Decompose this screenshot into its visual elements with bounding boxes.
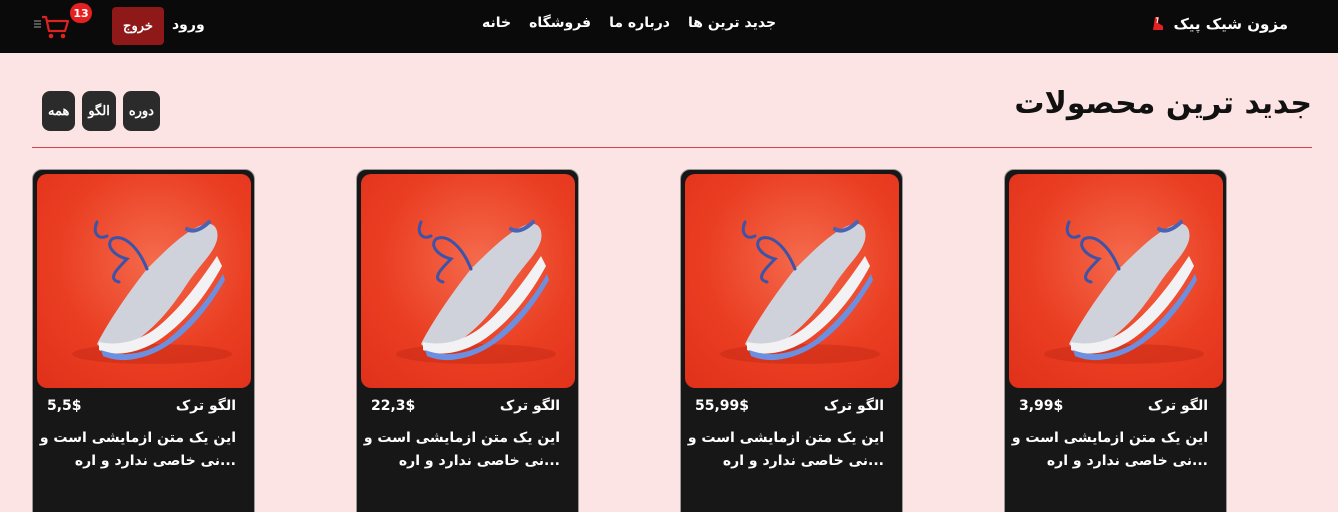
- cart-count-badge: 13: [70, 3, 92, 23]
- product-card[interactable]: الگو ترک 22,3$ این یک متن ازمایشی است و …: [356, 169, 579, 512]
- sneaker-image: [1009, 174, 1223, 388]
- filter-all-button[interactable]: همه: [42, 91, 76, 131]
- product-card[interactable]: الگو ترک 5,5$ این یک متن ازمایشی است و .…: [32, 169, 255, 512]
- cart-icon[interactable]: [32, 12, 72, 42]
- login-link[interactable]: ورود: [172, 17, 205, 33]
- product-name: الگو ترک: [499, 398, 560, 414]
- filter-course-button[interactable]: دوره: [122, 91, 160, 131]
- brand-logo-icon: [1151, 15, 1165, 33]
- filter-pattern-button[interactable]: الگو: [82, 91, 116, 131]
- sneaker-image: [37, 174, 251, 388]
- product-description: این یک متن ازمایشی است و ...نی خاصی ندار…: [1011, 430, 1208, 469]
- filter-group: همه الگو دوره: [42, 91, 160, 131]
- nav-links: خانه فروشگاه درباره ما جدید ترین ها: [482, 15, 776, 31]
- product-name: الگو ترک: [823, 398, 884, 414]
- section-title: جدید ترین محصولات: [1014, 86, 1312, 121]
- nav-link-home[interactable]: خانه: [482, 15, 511, 31]
- brand-name: مزون شیک پیک: [1173, 15, 1288, 33]
- product-description: این یک متن ازمایشی است و ...نی خاصی ندار…: [363, 430, 560, 469]
- product-price: 55,99$: [695, 398, 750, 414]
- product-description: این یک متن ازمایشی است و ...نی خاصی ندار…: [687, 430, 884, 469]
- sneaker-image: [685, 174, 899, 388]
- product-description: این یک متن ازمایشی است و ...نی خاصی ندار…: [39, 430, 236, 469]
- product-card[interactable]: الگو ترک 3,99$ این یک متن ازمایشی است و …: [1004, 169, 1227, 512]
- nav-link-newest[interactable]: جدید ترین ها: [688, 15, 776, 31]
- brand[interactable]: مزون شیک پیک: [1151, 15, 1288, 33]
- product-price: 3,99$: [1019, 398, 1064, 414]
- product-price: 5,5$: [47, 398, 82, 414]
- product-name: الگو ترک: [1147, 398, 1208, 414]
- product-card[interactable]: الگو ترک 55,99$ این یک متن ازمایشی است و…: [680, 169, 903, 512]
- product-name: الگو ترک: [175, 398, 236, 414]
- section-divider: [32, 147, 1312, 148]
- nav-link-shop[interactable]: فروشگاه: [529, 15, 591, 31]
- product-price: 22,3$: [371, 398, 416, 414]
- nav-link-about[interactable]: درباره ما: [609, 15, 670, 31]
- logout-button[interactable]: خروج: [112, 7, 164, 45]
- sneaker-image: [361, 174, 575, 388]
- navbar: مزون شیک پیک خانه فروشگاه درباره ما جدید…: [0, 0, 1338, 53]
